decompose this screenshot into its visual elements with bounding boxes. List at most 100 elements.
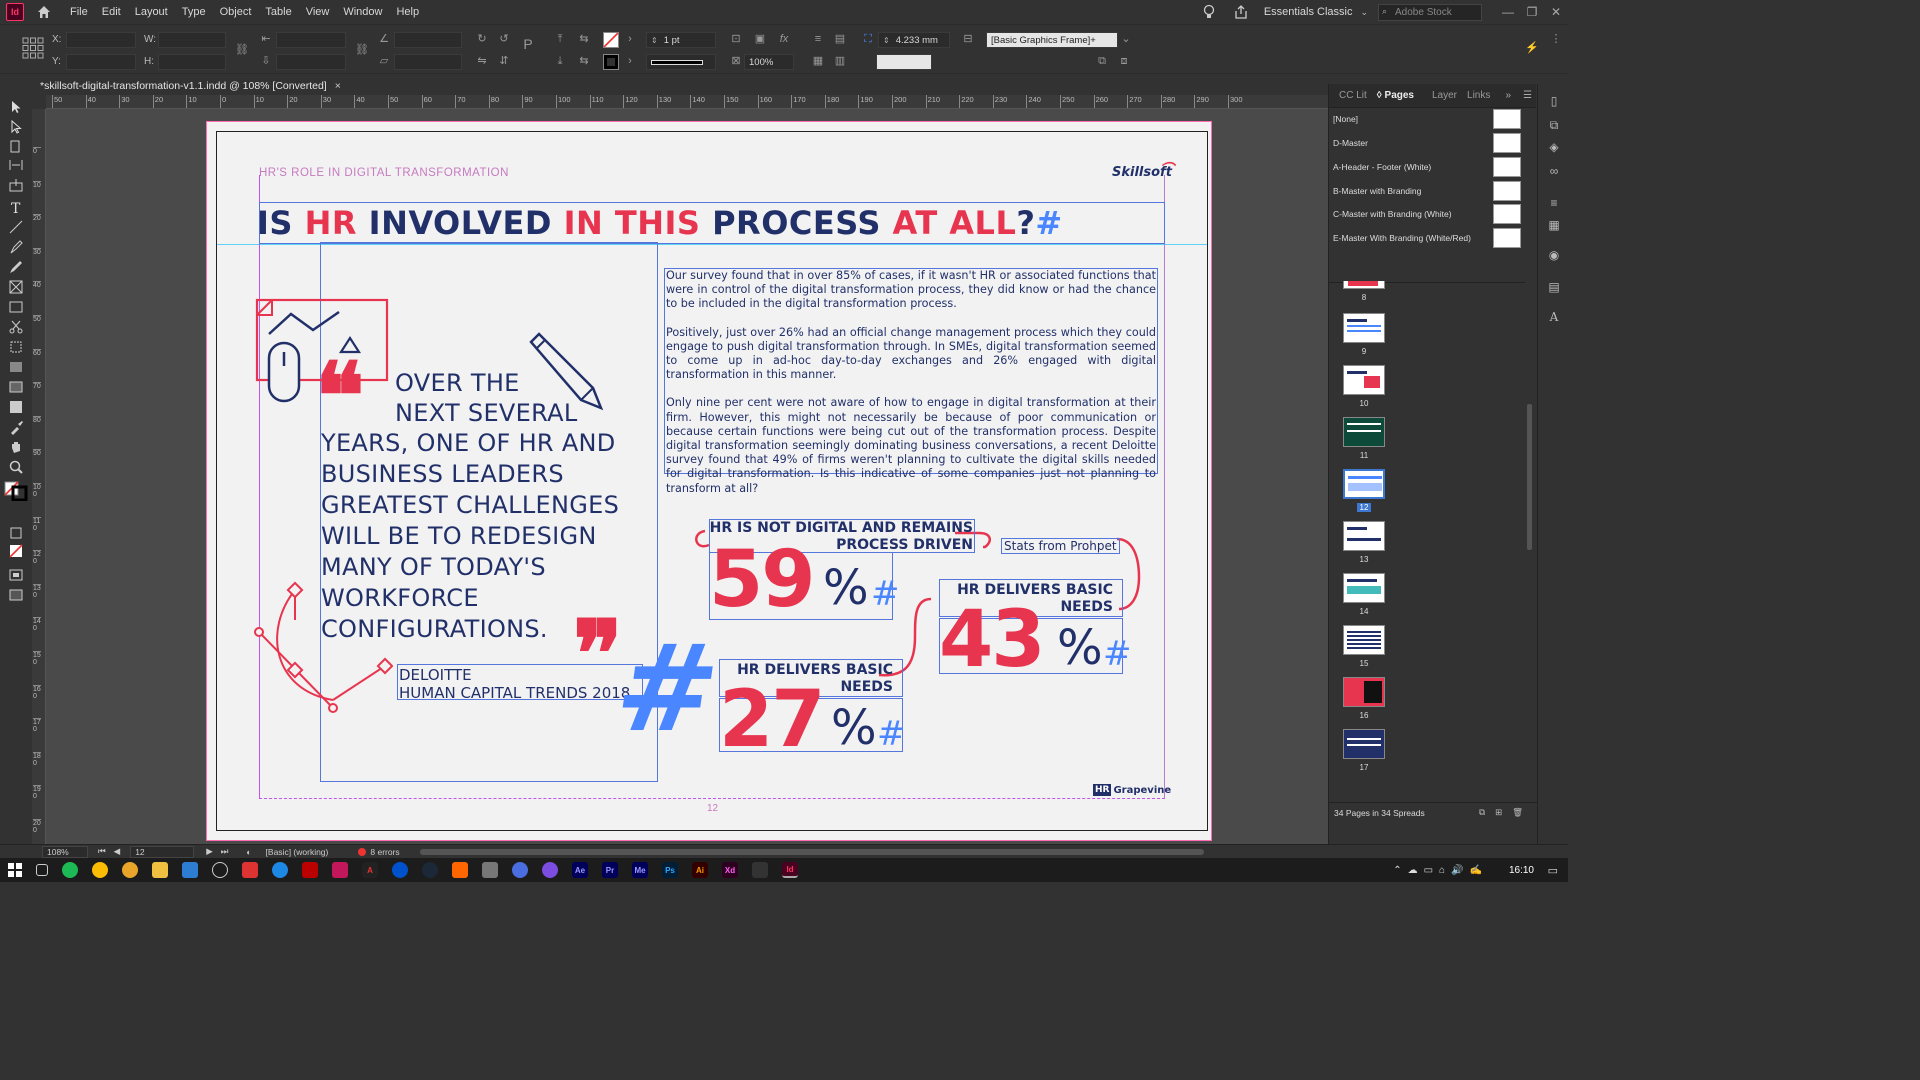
flip-h-icon[interactable]: ⇋	[474, 54, 490, 68]
menu-file[interactable]: File	[70, 6, 88, 18]
new-page-icon[interactable]: ⊞	[1495, 807, 1502, 818]
cc-libraries-icon[interactable]: ⧉	[1546, 118, 1562, 132]
xd-icon[interactable]: Xd	[722, 862, 738, 878]
scale-x-icon[interactable]: ⇤	[258, 32, 274, 46]
page-thumb-item[interactable]: 14	[1343, 573, 1385, 616]
browser-icon[interactable]	[482, 862, 498, 878]
x-field[interactable]	[66, 32, 136, 48]
fitting-icon[interactable]: ⧈	[1116, 54, 1132, 68]
close-window-button[interactable]: ✕	[1544, 5, 1568, 19]
align-frame-icon[interactable]: ⊡	[728, 32, 744, 46]
share-icon[interactable]	[1234, 4, 1248, 20]
spotify-icon[interactable]	[62, 862, 78, 878]
character-panel-icon[interactable]: A	[1546, 310, 1562, 324]
fill-stroke-swatches-icon[interactable]	[4, 481, 28, 501]
pasteboard[interactable]: HR'S ROLE IN DIGITAL TRANSFORMATION Skil…	[46, 109, 1328, 844]
menu-view[interactable]: View	[306, 6, 330, 18]
scale-y-icon[interactable]: ⇩	[258, 54, 274, 68]
effects-fx-icon[interactable]: fx	[776, 32, 792, 46]
master-item[interactable]: B-Master with Branding	[1333, 180, 1521, 202]
adobe-stock-search[interactable]: ⌕ Adobe Stock	[1378, 3, 1482, 21]
rectangle-frame-tool-icon[interactable]	[8, 279, 24, 295]
formatting-affects-container-icon[interactable]	[8, 525, 24, 541]
fill-swatch-icon[interactable]	[603, 32, 619, 48]
chevron-down-icon[interactable]: ⌄	[1360, 7, 1368, 18]
hand-tool-icon[interactable]	[8, 439, 24, 455]
rotate-ccw-icon[interactable]: ↺	[496, 32, 512, 46]
menu-edit[interactable]: Edit	[102, 6, 121, 18]
gradient-feather-tool-icon[interactable]	[8, 379, 24, 395]
master-item[interactable]: A-Header - Footer (White)	[1333, 156, 1521, 178]
free-transform-tool-icon[interactable]	[8, 339, 24, 355]
document-page[interactable]: HR'S ROLE IN DIGITAL TRANSFORMATION Skil…	[216, 131, 1208, 831]
corner-options-icon[interactable]: ⛶	[860, 32, 876, 46]
messenger-icon[interactable]	[272, 862, 288, 878]
close-tab-button[interactable]: ×	[335, 80, 341, 92]
corner-shape-select[interactable]	[876, 54, 932, 70]
prev-page-icon[interactable]: ◀	[114, 846, 121, 857]
premiere-icon[interactable]: Pr	[602, 862, 618, 878]
note-tool-icon[interactable]	[8, 399, 24, 415]
wrap-around-icon[interactable]: ▦	[810, 54, 826, 68]
content-collector-icon[interactable]	[8, 177, 24, 193]
home-icon[interactable]	[36, 4, 52, 20]
maximize-button[interactable]: ❐	[1520, 5, 1544, 19]
next-page-icon[interactable]: ▶	[206, 846, 213, 857]
links-icon[interactable]: ∞	[1546, 164, 1562, 178]
opacity-icon[interactable]: ⊠	[728, 54, 744, 68]
flip-v-icon[interactable]: ⇵	[496, 54, 512, 68]
wrap-jump-icon[interactable]: ▥	[832, 54, 848, 68]
zoom-field[interactable]: 108%	[42, 845, 88, 858]
clock-app-icon[interactable]	[212, 862, 228, 878]
after-effects-icon[interactable]: Ae	[572, 862, 588, 878]
app-misc-icon[interactable]	[752, 862, 768, 878]
chrome-canary-icon[interactable]	[122, 862, 138, 878]
windows-start-icon[interactable]	[8, 863, 22, 877]
reference-point-icon[interactable]	[22, 37, 44, 59]
select-container-icon[interactable]: ⤒	[552, 32, 568, 46]
vertical-ruler[interactable]: 0 10 20 30 40 50 60 70 80 90 100 110 120 130 140 150 160…	[32, 109, 46, 844]
fill-menu-icon[interactable]: ›	[622, 32, 638, 46]
panel-menu-icon[interactable]: ☰	[1523, 90, 1532, 101]
master-item[interactable]: E-Master With Branding (White/Red)	[1333, 227, 1521, 249]
text-wrap-box-icon[interactable]: ▤	[832, 32, 848, 46]
quick-apply-icon[interactable]: ⚡	[1524, 41, 1540, 55]
tab-layers[interactable]: Layer	[1432, 90, 1457, 101]
page-number-field[interactable]: 12	[130, 845, 195, 858]
layers-icon[interactable]: ◈	[1546, 140, 1562, 154]
zoom-tool-icon[interactable]	[8, 459, 24, 475]
horizontal-scrollbar[interactable]	[419, 848, 1204, 855]
constrain-proportions-icon[interactable]: ⛓	[234, 43, 250, 57]
workspace-switcher[interactable]: Essentials Classic	[1264, 6, 1353, 18]
scale-x-field[interactable]	[276, 32, 346, 48]
rotate-angle-icon[interactable]: ∠	[376, 32, 392, 46]
h-field[interactable]	[158, 54, 226, 70]
red-app-icon[interactable]	[242, 862, 258, 878]
eyedropper-tool-icon[interactable]	[8, 419, 24, 435]
system-tray-icons[interactable]: ⌃☁▭⌂🔊✍	[1393, 865, 1488, 876]
text-frame-icon[interactable]: P	[520, 37, 536, 51]
menu-type[interactable]: Type	[182, 6, 206, 18]
stroke-menu-icon[interactable]: ›	[622, 54, 638, 68]
constrain-scale-icon[interactable]: ⛓	[354, 43, 370, 57]
pages-panel-icon[interactable]: ▯	[1546, 94, 1562, 108]
stroke-type-select[interactable]	[646, 54, 716, 70]
object-style-select[interactable]: [Basic Graphics Frame]+	[986, 32, 1118, 48]
direct-selection-tool-icon[interactable]	[8, 119, 24, 135]
shear-field[interactable]	[394, 54, 462, 70]
auto-fit-icon[interactable]: ⧉	[1094, 54, 1110, 68]
master-item[interactable]: D-Master	[1333, 132, 1521, 154]
stroke-swatch-icon[interactable]	[603, 54, 619, 70]
pencil-tool-icon[interactable]	[8, 259, 24, 275]
selection-tool-icon[interactable]	[8, 99, 24, 115]
obs-icon[interactable]	[542, 862, 558, 878]
notifications-icon[interactable]: ▭	[1548, 864, 1558, 877]
page-thumb-item[interactable]: 12	[1343, 469, 1385, 513]
sourcetree-icon[interactable]	[392, 862, 408, 878]
menu-table[interactable]: Table	[265, 6, 291, 18]
tab-cc-libraries[interactable]: CC Lit	[1339, 90, 1367, 101]
last-page-icon[interactable]: ⏭	[221, 846, 229, 857]
clock[interactable]: 16:10	[1509, 865, 1534, 876]
master-item[interactable]: C-Master with Branding (White)	[1333, 203, 1521, 225]
page-thumb-item[interactable]: 17	[1343, 729, 1385, 772]
